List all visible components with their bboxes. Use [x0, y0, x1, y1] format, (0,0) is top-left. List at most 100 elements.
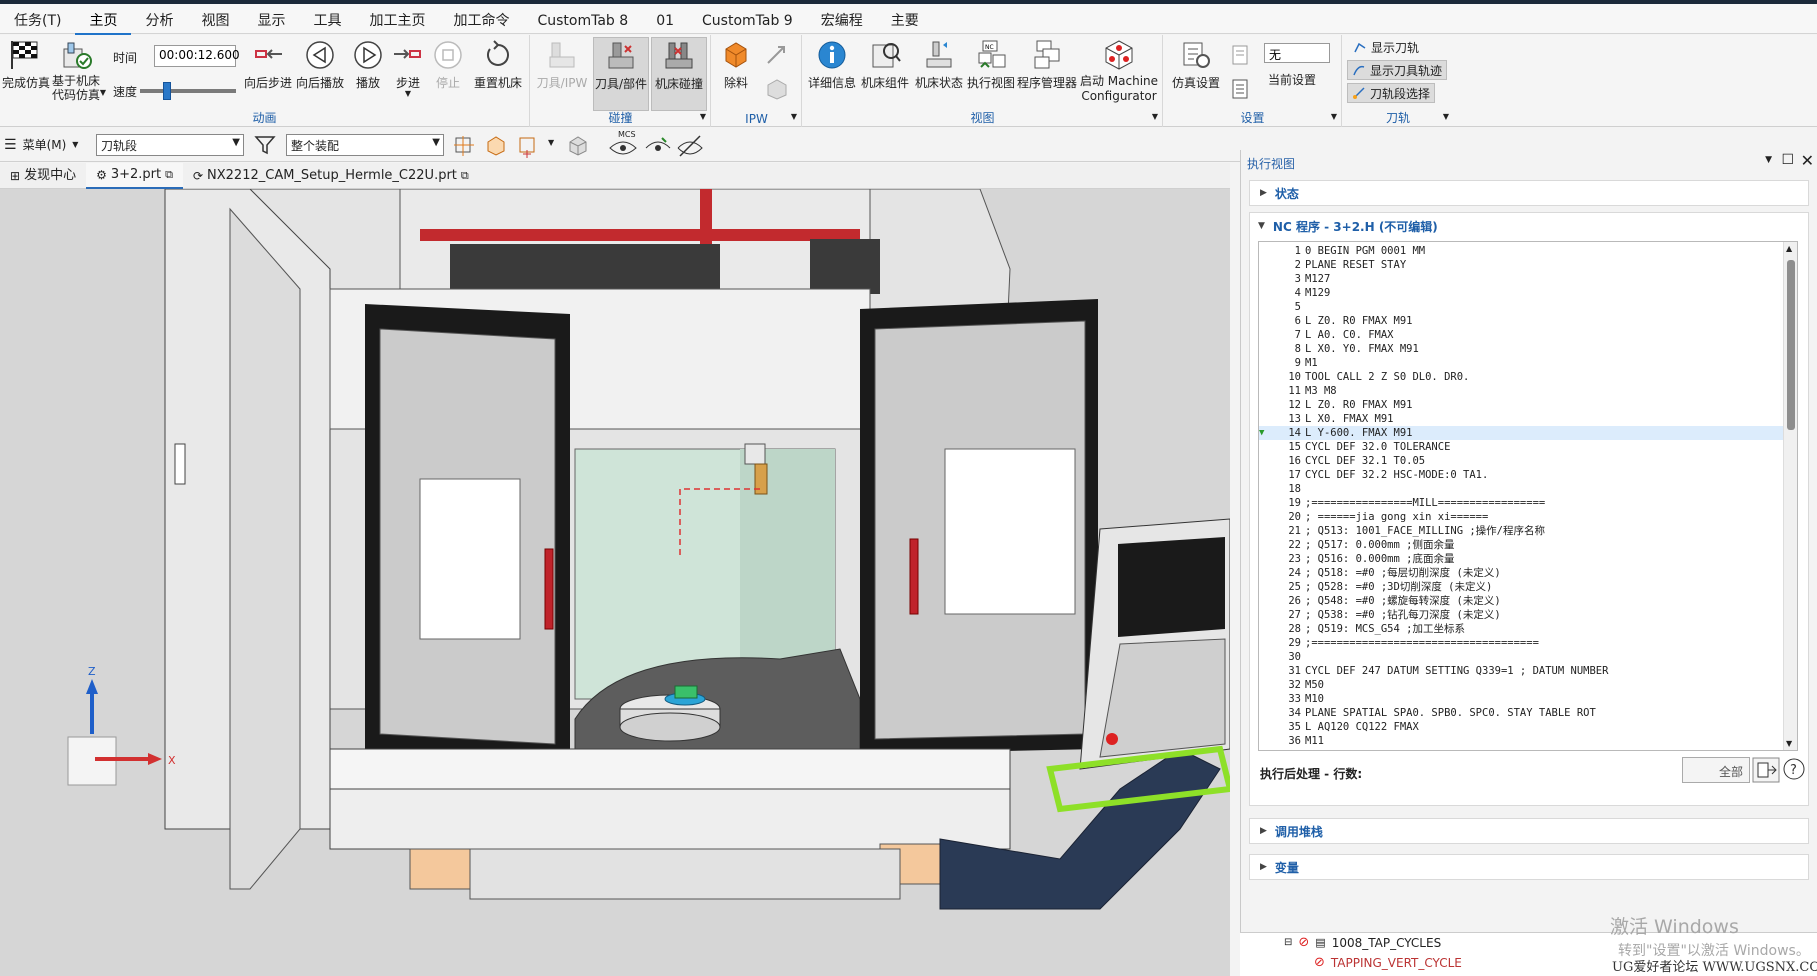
settings-list-icon[interactable] — [1230, 77, 1254, 101]
machine-code-simulation-button[interactable]: 基于机床 代码仿真 ▼ — [48, 39, 106, 102]
filter-icon[interactable] — [254, 134, 276, 156]
program-manager-button[interactable]: 程序管理器 — [1017, 39, 1077, 91]
chevron-down-icon[interactable]: ▼ — [700, 112, 706, 121]
post-process-icon[interactable] — [1752, 757, 1780, 783]
chevron-down-icon[interactable]: ▼ — [791, 112, 797, 121]
section-status[interactable]: ▶ 状态 — [1249, 180, 1809, 206]
nc-line[interactable]: 4 M129 — [1259, 286, 1783, 300]
hide-all-icon[interactable] — [676, 134, 704, 158]
speed-slider[interactable] — [140, 82, 236, 100]
show-toolpath-button[interactable]: 显示刀轨 — [1349, 37, 1423, 57]
nc-line[interactable]: 29 ;==================================== — [1259, 636, 1783, 650]
chevron-down-icon[interactable]: ▼ — [1331, 112, 1337, 121]
machine-state-button[interactable]: 机床状态 — [913, 39, 965, 91]
menu-tab[interactable]: 视图 — [187, 2, 243, 36]
step-back-button[interactable]: 向后步进 — [244, 39, 292, 91]
current-settings-field[interactable]: 无 — [1264, 43, 1330, 63]
nc-program-header[interactable]: ▼ NC 程序 - 3+2.H (不可编辑) — [1250, 213, 1438, 239]
nc-line[interactable]: 12 L Z0. R0 FMAX M91 — [1259, 398, 1783, 412]
nc-line[interactable]: 2 PLANE RESET STAY — [1259, 258, 1783, 272]
nc-line[interactable]: 23 ; Q516: 0.000mm ;底面余量 — [1259, 552, 1783, 566]
play-button[interactable]: 播放 — [350, 39, 386, 91]
scroll-down-icon[interactable]: ▼ — [1786, 739, 1792, 748]
tree-item-tapping[interactable]: ⊘ TAPPING_VERT_CYCLE — [1314, 955, 1462, 970]
menu-tab[interactable]: 宏编程 — [807, 2, 877, 36]
external-link-icon[interactable]: ⧉ — [165, 162, 173, 188]
section-variables[interactable]: ▶ 变量 — [1249, 854, 1809, 880]
snap-point-icon[interactable] — [452, 134, 476, 158]
nc-line[interactable]: 27 ; Q538: =#0 ;钻孔每刀深度 (未定义) — [1259, 608, 1783, 622]
assembly-scope-dropdown[interactable]: 整个装配 ▼ — [286, 134, 444, 156]
show-hide-icon[interactable] — [644, 134, 672, 158]
nc-line[interactable]: 30 — [1259, 650, 1783, 664]
tab-discovery-center[interactable]: ⊞ 发现中心 — [0, 163, 86, 189]
menu-button[interactable]: ☰ 菜单(M) ▼ — [4, 136, 78, 153]
nc-line[interactable]: 18 — [1259, 482, 1783, 496]
menu-tab[interactable]: 工具 — [299, 2, 355, 36]
nc-line[interactable]: 17 CYCL DEF 32.2 HSC-MODE:0 TA1. — [1259, 468, 1783, 482]
menu-tab[interactable]: 01 — [642, 2, 688, 36]
maximize-icon[interactable]: ☐ — [1781, 152, 1794, 168]
nc-line[interactable]: 3 M127 — [1259, 272, 1783, 286]
nc-line[interactable]: 20 ; ======jia gong xin xi====== — [1259, 510, 1783, 524]
mcs-display-button[interactable]: MCS — [606, 130, 642, 160]
collapse-icon[interactable]: ⊟ — [1284, 937, 1292, 948]
section-call-stack[interactable]: ▶ 调用堆栈 — [1249, 818, 1809, 844]
nc-line[interactable]: 21 ; Q513: 1001_FACE_MILLING ;操作/程序名称 — [1259, 524, 1783, 538]
remove-material-button[interactable]: 除料 — [716, 39, 756, 91]
nc-line[interactable]: 1 0 BEGIN PGM 0001 MM — [1259, 244, 1783, 258]
nc-line[interactable]: 22 ; Q517: 0.000mm ;侧面余量 — [1259, 538, 1783, 552]
nc-line[interactable]: 19 ;================MILL================= — [1259, 496, 1783, 510]
menu-tab[interactable]: 显示 — [243, 2, 299, 36]
select-body-icon[interactable] — [484, 134, 508, 158]
nc-line[interactable]: 8 L X0. Y0. FMAX M91 — [1259, 342, 1783, 356]
launch-machine-configurator-button[interactable]: 启动 Machine Configurator — [1079, 39, 1159, 104]
nc-line[interactable]: 16 CYCL DEF 32.1 T0.05 — [1259, 454, 1783, 468]
machine-component-button[interactable]: 机床组件 — [859, 39, 911, 91]
toolpath-select-button[interactable]: 刀轨段选择 — [1347, 83, 1436, 103]
tab-hermle-setup-prt[interactable]: ⟳ NX2212_CAM_Setup_Hermle_C22U.prt ⧉ — [183, 163, 479, 189]
graphics-viewport[interactable]: Z X — [0, 189, 1230, 976]
speed-slider-thumb[interactable] — [162, 82, 171, 100]
nc-line[interactable]: 7 L A0. C0. FMAX — [1259, 328, 1783, 342]
stop-button[interactable]: 停止 — [430, 39, 466, 91]
chevron-down-icon[interactable]: ▼ — [390, 89, 426, 98]
step-button[interactable]: 步进 ▼ — [390, 39, 426, 98]
chevron-down-icon[interactable]: ▼ — [1152, 112, 1158, 121]
nc-line[interactable]: 32 M50 — [1259, 678, 1783, 692]
execution-view-button[interactable]: NC 执行视图 — [967, 39, 1015, 91]
close-icon[interactable]: ✕ — [1801, 151, 1814, 170]
nc-line[interactable]: 26 ; Q548: =#0 ;螺旋每转深度 (未定义) — [1259, 594, 1783, 608]
view-cube-icon[interactable] — [566, 134, 590, 158]
simulation-settings-button[interactable]: 仿真设置 — [1168, 39, 1224, 91]
help-icon[interactable]: ? — [1782, 757, 1806, 781]
all-lines-field[interactable]: 全部 — [1682, 757, 1750, 783]
ipw-cube-icon[interactable] — [764, 77, 790, 101]
tree-item-tap-cycles[interactable]: ⊟ ⊘ ▤ 1008_TAP_CYCLES — [1284, 935, 1441, 950]
nc-line[interactable]: 33 M10 — [1259, 692, 1783, 706]
nc-line[interactable]: 31 CYCL DEF 247 DATUM SETTING Q339=1 ; DA… — [1259, 664, 1783, 678]
menu-tab[interactable]: 加工命令 — [439, 2, 523, 36]
finish-simulation-button[interactable]: 完成仿真 — [2, 39, 50, 91]
nc-line[interactable]: ▼ 14 L Y-600. FMAX M91 — [1259, 426, 1783, 440]
show-tool-trace-button[interactable]: 显示刀具轨迹 — [1347, 60, 1448, 80]
details-button[interactable]: 详细信息 — [807, 39, 857, 91]
nc-line[interactable]: 15 CYCL DEF 32.0 TOLERANCE — [1259, 440, 1783, 454]
nc-line[interactable]: 10 TOOL CALL 2 Z S0 DL0. DR0. — [1259, 370, 1783, 384]
ipw-tool-icon[interactable] — [764, 43, 790, 67]
menu-tab[interactable]: CustomTab 8 — [523, 2, 642, 36]
nc-code-view[interactable]: 1 0 BEGIN PGM 0001 MM 2 PLANE RESET STAY 3 M1… — [1258, 241, 1798, 751]
menu-tab[interactable]: CustomTab 9 — [688, 2, 807, 36]
tool-ipw-button[interactable]: 刀具/IPW — [533, 39, 591, 91]
menu-tab[interactable]: 分析 — [131, 2, 187, 36]
nc-line[interactable]: 6 L Z0. R0 FMAX M91 — [1259, 314, 1783, 328]
nc-scrollbar-thumb[interactable] — [1787, 260, 1795, 430]
nc-scrollbar[interactable]: ▲ ▼ — [1783, 242, 1797, 750]
chevron-down-icon[interactable]: ▼ — [548, 138, 554, 147]
chevron-down-icon[interactable]: ▼ — [1765, 155, 1772, 165]
play-back-button[interactable]: 向后播放 — [296, 39, 344, 91]
nc-line[interactable]: 24 ; Q518: =#0 ;每层切削深度 (未定义) — [1259, 566, 1783, 580]
nc-line[interactable]: 28 ; Q519: MCS_G54 ;加工坐标系 — [1259, 622, 1783, 636]
nc-line[interactable]: 35 L AQ120 CQ122 FMAX — [1259, 720, 1783, 734]
select-face-icon[interactable] — [516, 134, 540, 158]
